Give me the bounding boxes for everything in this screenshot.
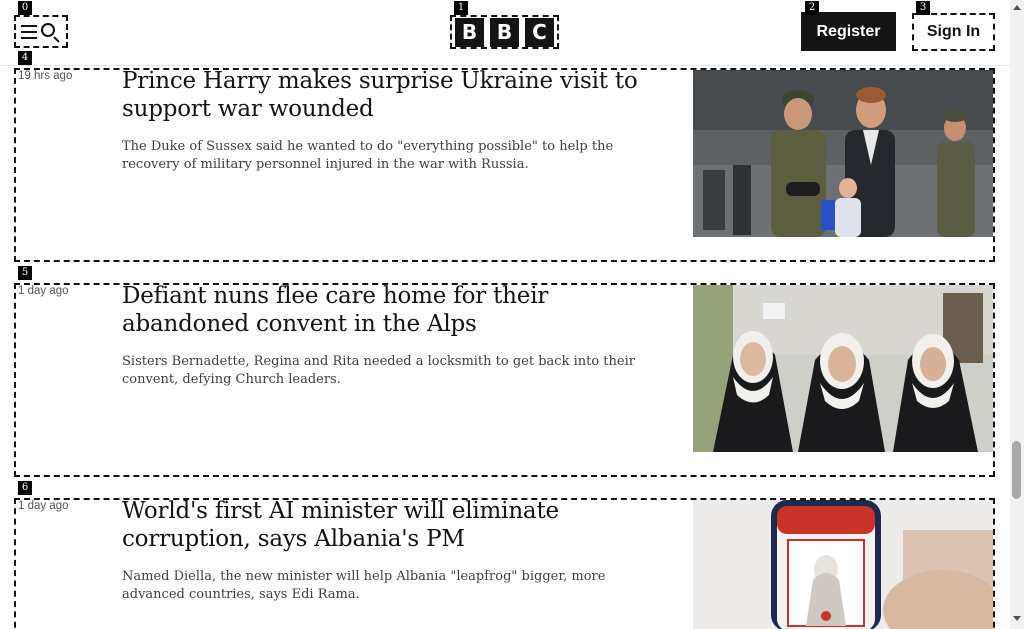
element-badge: 2 bbox=[805, 1, 819, 15]
site-header: B B C Register Sign In bbox=[0, 0, 1010, 66]
page-scrollbar[interactable] bbox=[1010, 0, 1024, 629]
article-card[interactable]: 1 day ago World's first AI minister will… bbox=[14, 498, 995, 629]
scrollbar-thumb[interactable] bbox=[1012, 441, 1021, 499]
article-image[interactable] bbox=[693, 70, 993, 237]
article-card[interactable]: 19 hrs ago Prince Harry makes surprise U… bbox=[14, 68, 995, 262]
bbc-logo[interactable]: B B C bbox=[450, 15, 559, 49]
article-timestamp: 1 day ago bbox=[18, 285, 69, 297]
article-card[interactable]: 1 day ago Defiant nuns flee care home fo… bbox=[14, 283, 995, 477]
article-image[interactable] bbox=[693, 285, 993, 452]
element-badge: 3 bbox=[916, 1, 930, 15]
element-badge: 5 bbox=[18, 266, 32, 280]
article-headline[interactable]: World's first AI minister will eliminate… bbox=[122, 497, 682, 553]
logo-letter: B bbox=[490, 17, 519, 47]
sign-in-button[interactable]: Sign In bbox=[912, 13, 995, 51]
element-badge: 0 bbox=[18, 1, 32, 15]
article-summary: Named Diella, the new minister will help… bbox=[122, 569, 606, 602]
register-button[interactable]: Register bbox=[801, 12, 896, 51]
article-timestamp: 19 hrs ago bbox=[18, 70, 73, 82]
hamburger-icon bbox=[21, 24, 37, 39]
article-headline[interactable]: Defiant nuns flee care home for their ab… bbox=[122, 282, 682, 338]
menu-search-button[interactable] bbox=[14, 15, 68, 48]
logo-letter: B bbox=[455, 17, 484, 47]
scroll-down-arrow-icon[interactable] bbox=[1013, 616, 1021, 621]
element-badge: 6 bbox=[18, 481, 32, 495]
logo-letter: C bbox=[525, 17, 554, 47]
article-summary: Sisters Bernadette, Regina and Rita need… bbox=[122, 354, 635, 387]
article-timestamp: 1 day ago bbox=[18, 500, 69, 512]
element-badge: 4 bbox=[18, 51, 32, 65]
element-badge: 1 bbox=[454, 1, 468, 15]
article-image[interactable] bbox=[693, 500, 993, 629]
article-headline[interactable]: Prince Harry makes surprise Ukraine visi… bbox=[122, 67, 682, 123]
article-summary: The Duke of Sussex said he wanted to do … bbox=[122, 139, 614, 172]
search-icon bbox=[39, 21, 61, 43]
scroll-up-arrow-icon[interactable] bbox=[1013, 5, 1021, 10]
